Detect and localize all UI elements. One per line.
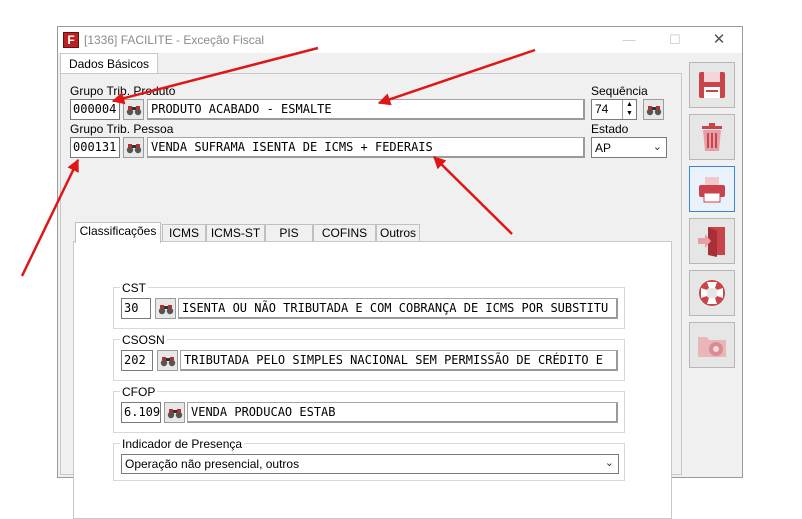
tab-classificacoes[interactable]: Classificações <box>75 222 161 243</box>
exit-door-icon <box>698 227 725 257</box>
settings-icon <box>698 337 726 357</box>
grupo-produto-code-input[interactable]: 000004 <box>70 99 120 120</box>
grupo-produto-search-button[interactable] <box>123 99 144 120</box>
cfop-search-button[interactable] <box>164 402 185 423</box>
indicador-presenca-group: Indicador de Presença Operação não prese… <box>113 437 625 481</box>
classificacoes-panel: CST 30 ISENTA OU NÃO TRIBUTADA E COM COB… <box>73 241 672 519</box>
indicador-presenca-value: Operação não presencial, outros <box>125 457 300 471</box>
delete-button[interactable] <box>689 114 735 160</box>
binoculars-icon <box>126 143 141 153</box>
sequencia-label: Sequência <box>591 84 648 98</box>
window-title: [1336] FACILITE - Exceção Fiscal <box>84 33 265 47</box>
chevron-down-icon: ⌄ <box>652 141 662 153</box>
sequencia-value: 74 <box>595 102 609 116</box>
trash-icon <box>702 123 722 151</box>
cst-label: CST <box>120 281 148 295</box>
lifebuoy-icon <box>699 280 725 306</box>
cfop-group: CFOP 6.109 VENDA PRODUCAO ESTAB <box>113 385 625 433</box>
tab-cofins[interactable]: COFINS <box>313 224 376 242</box>
sequencia-search-button[interactable] <box>643 99 664 120</box>
spin-up-icon[interactable]: ▲ <box>623 100 636 109</box>
tab-icms[interactable]: ICMS <box>162 224 206 242</box>
csosn-label: CSOSN <box>120 333 167 347</box>
indicador-presenca-select[interactable]: Operação não presencial, outros ⌄ <box>121 454 619 474</box>
tab-outros[interactable]: Outros <box>376 224 420 242</box>
maximize-button[interactable]: ☐ <box>652 27 698 53</box>
csosn-group: CSOSN 202 TRIBUTADA PELO SIMPLES NACIONA… <box>113 333 625 381</box>
binoculars-icon <box>160 356 175 366</box>
tab-pis[interactable]: PIS <box>265 224 313 242</box>
cst-code-input[interactable]: 30 <box>121 298 151 319</box>
binoculars-icon <box>646 105 661 115</box>
grupo-produto-description: PRODUTO ACABADO - ESMALTE <box>147 99 585 120</box>
minimize-button[interactable]: — <box>606 27 652 53</box>
cfop-label: CFOP <box>120 385 158 399</box>
save-button[interactable] <box>689 62 735 108</box>
csosn-code-input[interactable]: 202 <box>121 350 153 371</box>
save-icon <box>699 72 725 98</box>
sequencia-spinner[interactable]: 74 ▲ ▼ <box>591 99 637 120</box>
cst-search-button[interactable] <box>155 298 176 319</box>
tab-icms-st[interactable]: ICMS-ST <box>206 224 265 242</box>
grupo-pessoa-search-button[interactable] <box>123 137 144 158</box>
indicador-presenca-label: Indicador de Presença <box>120 437 245 451</box>
app-icon: F <box>63 32 79 48</box>
close-button[interactable]: ✕ <box>696 27 742 53</box>
chevron-down-icon: ⌄ <box>604 457 614 469</box>
binoculars-icon <box>126 105 141 115</box>
settings-button[interactable] <box>689 322 735 368</box>
title-bar: F [1336] FACILITE - Exceção Fiscal — ☐ ✕ <box>58 27 742 53</box>
binoculars-icon <box>158 304 173 314</box>
print-button[interactable] <box>689 166 735 212</box>
estado-value: AP <box>595 141 612 155</box>
main-panel: Grupo Trib. Produto 000004 PRODUTO ACABA… <box>60 73 682 519</box>
estado-label: Estado <box>591 122 629 136</box>
grupo-pessoa-code-input[interactable]: 000131 <box>70 137 120 158</box>
estado-select[interactable]: AP ⌄ <box>591 137 667 158</box>
cfop-code-input[interactable]: 6.109 <box>121 402 161 423</box>
cst-group: CST 30 ISENTA OU NÃO TRIBUTADA E COM COB… <box>113 281 625 329</box>
csosn-search-button[interactable] <box>157 350 178 371</box>
exception-fiscal-window: F [1336] FACILITE - Exceção Fiscal — ☐ ✕… <box>57 26 743 519</box>
cfop-description: VENDA PRODUCAO ESTAB <box>187 402 618 423</box>
csosn-description: TRIBUTADA PELO SIMPLES NACIONAL SEM PERM… <box>180 350 618 371</box>
printer-icon <box>699 177 725 203</box>
binoculars-icon <box>167 408 182 418</box>
spin-down-icon[interactable]: ▼ <box>623 109 636 118</box>
exit-button[interactable] <box>689 218 735 264</box>
grupo-pessoa-label: Grupo Trib. Pessoa <box>70 122 174 136</box>
grupo-produto-label: Grupo Trib. Produto <box>70 84 176 98</box>
tab-dados-basicos[interactable]: Dados Básicos <box>60 53 158 74</box>
help-button[interactable] <box>689 270 735 316</box>
cst-description: ISENTA OU NÃO TRIBUTADA E COM COBRANÇA D… <box>178 298 618 319</box>
grupo-pessoa-description: VENDA SUFRAMA ISENTA DE ICMS + FEDERAIS <box>147 137 585 158</box>
